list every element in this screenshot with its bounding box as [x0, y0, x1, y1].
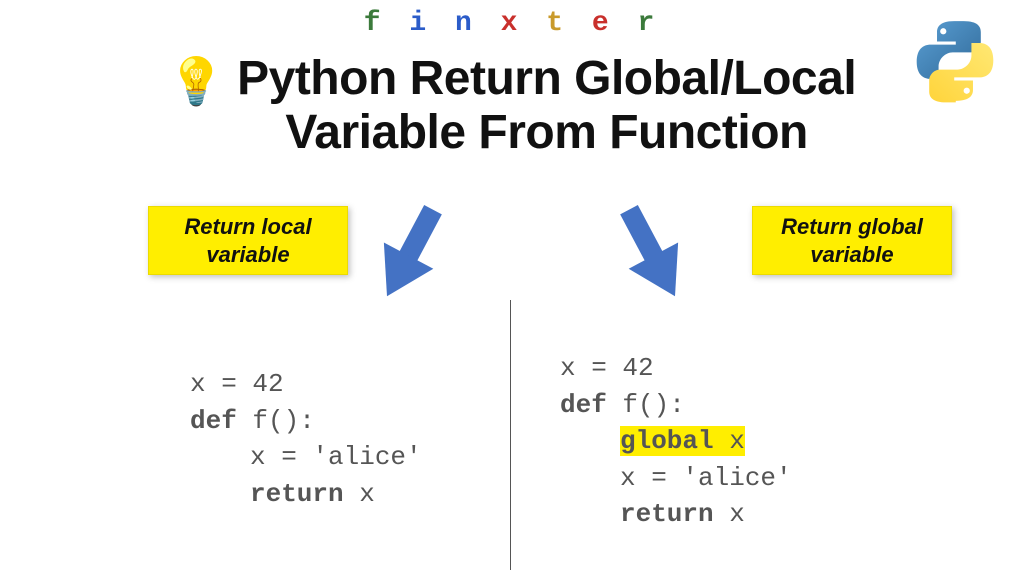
keyword-return: return	[250, 479, 344, 509]
code-line: x	[344, 479, 375, 509]
brand-letter: i	[409, 8, 432, 39]
code-block-global: x = 42 def f(): global x x = 'alice' ret…	[560, 314, 792, 532]
brand-letter: f	[364, 8, 387, 39]
code-line: x = 42	[560, 353, 654, 383]
code-line: f():	[237, 406, 315, 436]
keyword-global-highlighted: global	[620, 426, 714, 456]
code-line: x = 'alice'	[250, 442, 422, 472]
keyword-def: def	[560, 390, 607, 420]
title-line-2: Variable From Function	[285, 106, 807, 159]
label-return-local: Return local variable	[148, 206, 348, 275]
label-return-global: Return global variable	[752, 206, 952, 275]
keyword-def: def	[190, 406, 237, 436]
arrow-right-icon	[612, 198, 692, 313]
brand-letter: e	[592, 8, 615, 39]
label-right-line2: variable	[810, 242, 893, 267]
code-highlighted: x	[714, 426, 745, 456]
brand-letter: x	[501, 8, 524, 39]
lightbulb-icon: 💡	[168, 58, 225, 104]
code-line: x = 'alice'	[620, 463, 792, 493]
title-line-1: Python Return Global/Local	[237, 52, 856, 105]
code-line: x = 42	[190, 369, 284, 399]
code-line: f():	[607, 390, 685, 420]
arrow-left-icon	[370, 198, 450, 313]
page-title: 💡 Python Return Global/Local Variable Fr…	[62, 52, 962, 160]
brand-letter: r	[637, 8, 660, 39]
label-left-line1: Return local	[184, 214, 311, 239]
brand-letter: n	[455, 8, 478, 39]
code-block-local: x = 42 def f(): x = 'alice' return x	[190, 330, 422, 512]
vertical-divider	[510, 300, 511, 570]
label-right-line1: Return global	[781, 214, 923, 239]
brand-logo: f i n x t e r	[364, 8, 661, 39]
brand-letter: t	[546, 8, 569, 39]
keyword-return: return	[620, 499, 714, 529]
code-line: x	[714, 499, 745, 529]
label-left-line2: variable	[206, 242, 289, 267]
